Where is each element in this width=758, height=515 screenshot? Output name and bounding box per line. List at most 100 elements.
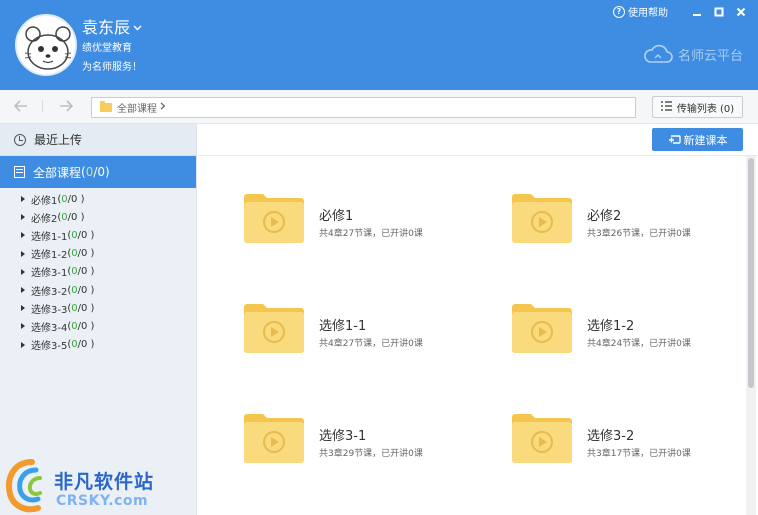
tree-item-name: 选修1-2 xyxy=(31,250,68,262)
course-card[interactable]: 选修1-1 共4章27节课，已开讲0课 xyxy=(243,302,453,362)
expand-triangle-icon[interactable] xyxy=(21,287,25,294)
sidebar-item-recent-uploads[interactable]: 最近上传 xyxy=(0,124,196,156)
course-card[interactable]: 选修3-1 共3章29节课，已开讲0课 xyxy=(243,412,453,472)
expand-triangle-icon[interactable] xyxy=(21,250,25,257)
folder-icon xyxy=(512,194,572,243)
expand-triangle-icon[interactable] xyxy=(21,232,25,239)
folder-icon xyxy=(512,304,572,353)
watermark-title: 非凡软件站 xyxy=(54,471,155,493)
user-motto: 为名师服务！ xyxy=(82,62,142,73)
expand-triangle-icon[interactable] xyxy=(21,214,25,221)
course-title: 选修1-1 xyxy=(319,319,367,334)
tree-item[interactable]: 选修3-1 ( 0/0 ) xyxy=(0,263,196,281)
course-title: 选修1-2 xyxy=(587,319,635,334)
breadcrumb[interactable]: 全部课程 xyxy=(117,100,157,115)
address-bar[interactable]: 全部课程 xyxy=(91,97,636,118)
tree-item[interactable]: 选修1-1 ( 0/0 ) xyxy=(0,226,196,244)
tree-item-rest: /0 ) xyxy=(67,193,85,205)
chevron-down-icon[interactable] xyxy=(133,23,142,34)
list-icon xyxy=(660,100,672,114)
tree-item-rest: /0 ) xyxy=(77,320,95,332)
breadcrumb-chevron-icon xyxy=(160,102,166,113)
tree-item-name: 选修3-1 xyxy=(31,268,68,280)
tree-item-name: 必修1 xyxy=(31,195,58,207)
expand-triangle-icon[interactable] xyxy=(21,341,25,348)
help-label: 使用帮助 xyxy=(628,8,668,19)
folder-icon xyxy=(244,194,304,243)
tree-item-name: 选修3-5 xyxy=(31,341,68,353)
main-content: 新建课本 必修1 共4章27节课，已开讲0课 必修2 共3章26节课，已开讲0课 xyxy=(198,124,758,515)
folder-icon xyxy=(244,414,304,463)
tree-item-rest: /0 ) xyxy=(77,266,95,278)
tree-item[interactable]: 选修3-3 ( 0/0 ) xyxy=(0,299,196,317)
recent-label: 最近上传 xyxy=(34,133,83,147)
tree-item[interactable]: 选修3-4 ( 0/0 ) xyxy=(0,317,196,335)
course-meta: 共4章24节课，已开讲0课 xyxy=(587,339,691,349)
watermark-subtitle: CRSKY.com xyxy=(56,493,149,509)
tree-item-rest: /0 ) xyxy=(77,339,95,351)
course-card[interactable]: 必修2 共3章26节课，已开讲0课 xyxy=(511,192,721,252)
course-card[interactable]: 必修1 共4章27节课，已开讲0课 xyxy=(243,192,453,252)
course-title: 必修2 xyxy=(587,209,622,224)
new-textbook-button[interactable]: 新建课本 xyxy=(652,128,743,151)
course-card[interactable]: 选修1-2 共4章24节课，已开讲0课 xyxy=(511,302,721,362)
course-title: 选修3-2 xyxy=(587,429,635,444)
expand-triangle-icon[interactable] xyxy=(21,323,25,330)
clock-icon xyxy=(14,133,26,146)
all-courses-done: 0 xyxy=(85,165,94,179)
minimize-button[interactable] xyxy=(686,5,708,19)
back-arrow-icon[interactable] xyxy=(12,98,30,116)
expand-triangle-icon[interactable] xyxy=(21,268,25,275)
course-title: 必修1 xyxy=(319,209,354,224)
forward-arrow-icon[interactable] xyxy=(57,98,75,116)
tree-item-rest: /0 ) xyxy=(77,248,95,260)
tree-item[interactable]: 选修3-2 ( 0/0 ) xyxy=(0,281,196,299)
brand-name: 名师云平台 xyxy=(677,48,743,64)
course-meta: 共3章17节课，已开讲0课 xyxy=(587,449,691,459)
tree-item[interactable]: 选修3-5 ( 0/0 ) xyxy=(0,336,196,354)
course-meta: 共3章29节课，已开讲0课 xyxy=(319,449,423,459)
app-header: 袁东辰 绩优堂教育 为名师服务！ ? 使用帮助 名师云平台 xyxy=(0,0,758,90)
tree-item-name: 选修3-2 xyxy=(31,286,68,298)
scrollbar-thumb[interactable] xyxy=(748,158,754,388)
new-textbook-label: 新建课本 xyxy=(683,133,728,147)
tree-item-rest: /0 ) xyxy=(67,211,85,223)
folder-icon xyxy=(244,304,304,353)
tree-item-name: 选修3-3 xyxy=(31,304,68,316)
transfer-list-label: 传输列表 (0) xyxy=(676,103,735,115)
user-name[interactable]: 袁东辰 xyxy=(82,14,142,38)
course-card[interactable]: 选修3-2 共3章17节课，已开讲0课 xyxy=(511,412,721,472)
tree-item-name: 选修1-1 xyxy=(31,231,68,243)
cloud-icon xyxy=(644,44,673,63)
brand-logo: 名师云平台 xyxy=(642,44,743,64)
expand-triangle-icon[interactable] xyxy=(21,305,25,312)
help-icon: ? xyxy=(613,5,625,18)
tree-item-rest: /0 ) xyxy=(77,284,95,296)
avatar[interactable] xyxy=(15,14,77,76)
tree-item[interactable]: 必修2 ( 0/0 ) xyxy=(0,208,196,226)
user-organization: 绩优堂教育 xyxy=(82,43,132,54)
course-title: 选修3-1 xyxy=(319,429,367,444)
tree-item-name: 必修2 xyxy=(31,213,58,225)
nav-divider xyxy=(42,100,43,112)
watermark-logo: 非凡软件站 CRSKY.com xyxy=(0,455,197,515)
maximize-button[interactable] xyxy=(708,5,730,19)
folder-icon xyxy=(100,101,112,112)
sidebar-item-all-courses[interactable]: 全部课程 (0/0) xyxy=(0,156,196,188)
transfer-list-button[interactable]: 传输列表 (0) xyxy=(652,96,743,118)
main-toolbar: 新建课本 xyxy=(198,124,758,156)
all-courses-label: 全部课程 xyxy=(33,165,82,180)
help-link[interactable]: ? 使用帮助 xyxy=(613,4,668,19)
tree-item[interactable]: 必修1 ( 0/0 ) xyxy=(0,190,196,208)
close-button[interactable] xyxy=(730,5,752,19)
course-meta: 共4章27节课，已开讲0课 xyxy=(319,339,423,349)
vertical-scrollbar[interactable] xyxy=(746,156,756,515)
course-meta: 共4章27节课，已开讲0课 xyxy=(319,229,423,239)
tree-item[interactable]: 选修1-2 ( 0/0 ) xyxy=(0,245,196,263)
tree-item-rest: /0 ) xyxy=(77,229,95,241)
navigation-toolbar: 全部课程 传输列表 (0) xyxy=(0,90,758,124)
course-tree: 必修1 ( 0/0 ) 必修2 ( 0/0 ) 选修1-1 ( 0/0 ) 选修… xyxy=(0,188,196,354)
folder-icon xyxy=(512,414,572,463)
expand-triangle-icon[interactable] xyxy=(21,196,25,203)
watermark-swirl-icon xyxy=(6,459,42,513)
